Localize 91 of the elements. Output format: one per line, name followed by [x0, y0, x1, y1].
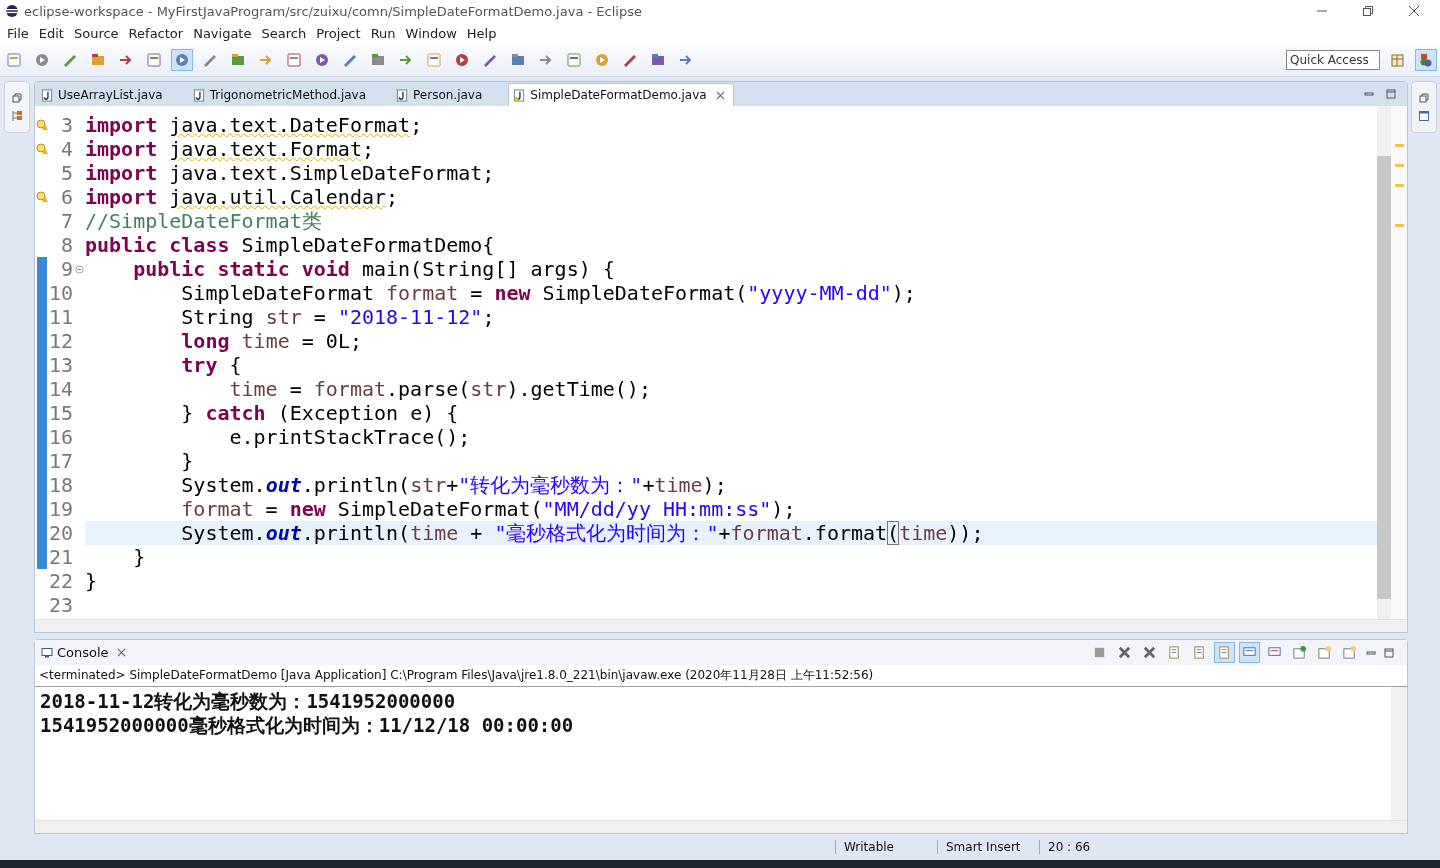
- line-number: 22: [47, 569, 73, 593]
- line-number: 4: [59, 137, 73, 161]
- menu-item[interactable]: Help: [461, 25, 502, 41]
- tab-label: SimpleDateFormatDemo.java: [530, 88, 707, 102]
- console-output: 2018-11-12转化为毫秒数为：1541952000000: [40, 689, 457, 713]
- status-field: Smart Insert: [937, 840, 1039, 854]
- code-line: try {: [180, 353, 243, 377]
- code-line: e.printStackTrace();: [228, 425, 472, 449]
- menu-item[interactable]: Edit: [33, 25, 69, 41]
- line-number: 15: [47, 401, 73, 425]
- new-console-icon[interactable]: [1340, 643, 1359, 662]
- maximize-icon[interactable]: [1383, 646, 1395, 659]
- menu-item[interactable]: Source: [68, 25, 124, 41]
- code-line: import java.text.DateFormat;: [85, 113, 424, 137]
- code-line: public class SimpleDateFormatDemo{: [85, 233, 496, 257]
- menu-item[interactable]: Run: [365, 25, 401, 41]
- line-number: 12: [47, 329, 73, 353]
- code-line: time = format.parse(str).getTime();: [228, 377, 652, 401]
- outline-icon[interactable]: [1418, 110, 1430, 122]
- line-number: 7: [59, 209, 73, 233]
- code-line: format = new SimpleDateFormat("MM/dd/yy HH:mm:ss");: [180, 497, 797, 521]
- hierarchy-icon[interactable]: [11, 110, 23, 122]
- editor-tab[interactable]: Person.java: [392, 84, 509, 106]
- vertical-scrollbar[interactable]: [1391, 687, 1407, 820]
- line-number: 9: [59, 257, 73, 281]
- horizontal-scrollbar[interactable]: [35, 820, 1407, 833]
- menu-item[interactable]: File: [2, 25, 34, 41]
- line-number: 20: [47, 521, 73, 545]
- eclipse-logo-icon: [5, 4, 19, 18]
- code-line: import java.text.Format;: [85, 137, 375, 161]
- code-line: import java.util.Calendar;: [85, 185, 400, 209]
- console-output: 1541952000000毫秒格式化为时间为：11/12/18 00:00:00: [40, 713, 575, 737]
- tab-label: TrigonometricMethod.java: [209, 88, 367, 102]
- code-line: } catch (Exception e) {: [180, 401, 460, 425]
- show-output-icon[interactable]: [1240, 643, 1259, 662]
- window-title: eclipse-workspace - MyFirstJavaProgram/src/zuixu/comn/SimpleDateFormatDemo.java - Eclipse: [24, 3, 642, 19]
- horizontal-scrollbar[interactable]: [35, 619, 1407, 632]
- close-icon[interactable]: [715, 90, 725, 100]
- code-line: SimpleDateFormat format = new SimpleDateFormat("yyyy-MM-dd");: [180, 281, 917, 305]
- code-line: }: [132, 545, 147, 569]
- code-line: import java.text.SimpleDateFormat;: [85, 161, 496, 185]
- close-icon[interactable]: [116, 648, 126, 657]
- line-number: 19: [47, 497, 73, 521]
- code-line: }: [180, 449, 195, 473]
- line-number: 18: [47, 473, 73, 497]
- restore-icon[interactable]: [1362, 5, 1374, 17]
- editor-tab[interactable]: UseArrayList.java: [37, 84, 189, 106]
- editor-tab[interactable]: TrigonometricMethod.java: [188, 84, 393, 106]
- code-line: System.out.println(str+"转化为毫秒数为："+time);: [180, 473, 728, 497]
- console-tab[interactable]: Console: [35, 645, 126, 660]
- new-file-icon[interactable]: [4, 50, 24, 70]
- vertical-scrollbar[interactable]: [1377, 106, 1391, 619]
- line-number: 23: [47, 593, 73, 617]
- code-line: }: [85, 569, 99, 593]
- line-number: 5: [59, 161, 73, 185]
- menu-item[interactable]: Search: [256, 25, 312, 41]
- close-icon[interactable]: [1408, 5, 1420, 17]
- code-line: String str = "2018-11-12";: [180, 305, 496, 329]
- collapse-icon[interactable]: [74, 264, 84, 274]
- menu-item[interactable]: Project: [311, 25, 366, 41]
- line-number: 14: [47, 377, 73, 401]
- line-number: 6: [59, 185, 73, 209]
- status-field: Writable: [835, 840, 937, 854]
- line-number: 13: [47, 353, 73, 377]
- menu-item[interactable]: Refactor: [123, 25, 189, 41]
- line-number: 11: [47, 305, 73, 329]
- line-number: 3: [59, 113, 73, 137]
- maximize-icon[interactable]: [1385, 88, 1397, 100]
- java-file-icon: [41, 88, 53, 102]
- code-line: public static void main(String[] args) {: [132, 257, 616, 281]
- restore-icon[interactable]: [1418, 92, 1430, 104]
- menu-item[interactable]: Navigate: [188, 25, 257, 41]
- restore-icon[interactable]: [11, 92, 23, 104]
- line-number: 10: [47, 281, 73, 305]
- menu-item[interactable]: Window: [400, 25, 462, 41]
- line-number: 21: [47, 545, 73, 569]
- monitor-icon: [41, 646, 53, 659]
- editor-tab[interactable]: SimpleDateFormatDemo.java: [508, 83, 734, 106]
- line-number: 16: [47, 425, 73, 449]
- java-perspective-icon[interactable]: [1416, 50, 1436, 70]
- java-file-icon: [192, 88, 205, 102]
- code-line: long time = 0L;: [180, 329, 363, 353]
- tab-label: Person.java: [413, 88, 483, 102]
- code-line: //SimpleDateFormat类: [85, 209, 323, 233]
- line-number: 17: [47, 449, 73, 473]
- line-number: 8: [59, 233, 73, 257]
- java-file-icon: [396, 88, 409, 102]
- quick-access-field[interactable]: Quick Access: [1286, 50, 1380, 70]
- status-field: 20 : 66: [1039, 840, 1141, 854]
- tab-label: UseArrayList.java: [58, 88, 163, 102]
- console-header: <terminated> SimpleDateFormatDemo [Java Application] C:\Program Files\Java\jre1.8.0_221\bin\javaw.exe (2020年11月28日 上午11:52:56): [35, 665, 1407, 687]
